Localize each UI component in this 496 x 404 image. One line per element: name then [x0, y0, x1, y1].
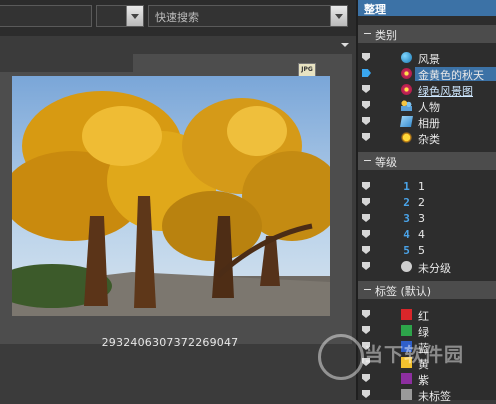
collapse-icon[interactable]	[364, 160, 371, 161]
bookmark-icon[interactable]	[362, 198, 370, 206]
bookmark-icon[interactable]	[362, 214, 370, 222]
bookmark-icon[interactable]	[362, 310, 370, 318]
path-combo[interactable]	[0, 5, 92, 27]
bookmark-icon[interactable]	[362, 374, 370, 382]
flower-icon	[401, 68, 412, 79]
collapse-icon[interactable]	[364, 33, 371, 34]
bookmark-icon[interactable]	[362, 69, 371, 77]
rating-4-icon: 4	[403, 228, 410, 241]
photo-thumbnail[interactable]	[12, 76, 330, 316]
category-label: 相册	[418, 117, 440, 130]
bookmark-icon[interactable]	[362, 133, 370, 141]
tag-item[interactable]: 紫	[358, 373, 496, 387]
filter-combo[interactable]	[96, 5, 144, 27]
bookmark-icon[interactable]	[362, 53, 370, 61]
tag-item[interactable]: 未标签	[358, 389, 496, 403]
sun-icon	[401, 132, 412, 143]
section-label: 类别	[375, 29, 397, 42]
tag-label: 未标签	[418, 390, 451, 403]
category-label: 风景	[418, 53, 440, 66]
album-icon	[400, 116, 413, 127]
people-icon	[401, 100, 412, 111]
bookmark-icon[interactable]	[362, 342, 370, 350]
rating-item[interactable]: 1 1	[358, 180, 496, 193]
category-label: 人物	[418, 101, 440, 114]
quick-search-combo[interactable]: 快速搜索	[148, 5, 348, 27]
toolbar: 快速搜索	[0, 0, 356, 36]
rating-item[interactable]: 2 2	[358, 196, 496, 209]
category-item[interactable]: 绿色风景图	[358, 84, 496, 98]
collapse-icon[interactable]	[364, 289, 371, 290]
category-item[interactable]: 风景	[358, 52, 496, 66]
category-label: 金黄色的秋天	[418, 69, 484, 82]
jpg-format-icon: JPG	[298, 63, 316, 77]
section-ratings[interactable]: 等级	[358, 152, 496, 170]
quick-search-input[interactable]: 快速搜索	[155, 9, 199, 25]
rating-label: 4	[418, 228, 425, 241]
color-swatch-icon	[401, 341, 412, 352]
rating-item[interactable]: 未分级	[358, 261, 496, 275]
image-filename: 2932406307372269047	[101, 336, 239, 349]
rating-item[interactable]: 3 3	[358, 212, 496, 225]
rating-item[interactable]: 5 5	[358, 244, 496, 257]
panel-title-bar: 整理	[358, 0, 496, 16]
section-label: 等级	[375, 156, 397, 169]
rating-5-icon: 5	[403, 244, 410, 257]
tag-label: 紫	[418, 374, 429, 387]
rating-label: 3	[418, 212, 425, 225]
tag-item[interactable]: 黄	[358, 357, 496, 371]
category-item[interactable]: 相册	[358, 116, 496, 130]
section-categories[interactable]: 类别	[358, 25, 496, 43]
bookmark-icon[interactable]	[362, 358, 370, 366]
bookmark-icon[interactable]	[362, 262, 370, 270]
panel-title: 整理	[364, 3, 386, 16]
bookmark-icon[interactable]	[362, 117, 370, 125]
rating-item[interactable]: 4 4	[358, 228, 496, 241]
flower-icon	[401, 84, 412, 95]
main-area: 快速搜索 JPG 2932406307372269047	[0, 0, 356, 400]
quick-search-dropdown-button[interactable]	[330, 6, 347, 26]
color-swatch-icon	[401, 309, 412, 320]
tag-label: 蓝	[418, 342, 429, 355]
bookmark-icon[interactable]	[362, 326, 370, 334]
category-label: 绿色风景图	[418, 85, 473, 98]
tag-item[interactable]: 蓝	[358, 341, 496, 355]
rating-3-icon: 3	[403, 212, 410, 225]
tag-item[interactable]: 绿	[358, 325, 496, 339]
color-swatch-icon	[401, 325, 412, 336]
tag-item[interactable]: 红	[358, 309, 496, 323]
section-tags[interactable]: 标签 (默认)	[358, 281, 496, 299]
globe-icon	[401, 52, 412, 63]
category-item[interactable]: 金黄色的秋天	[358, 67, 496, 82]
viewer-tab-area	[0, 54, 133, 72]
bookmark-icon[interactable]	[362, 101, 370, 109]
bookmark-icon[interactable]	[362, 182, 370, 190]
rating-1-icon: 1	[403, 180, 410, 193]
organize-panel: 整理 类别 风景 金黄色的秋天 绿色风景图 人物 相册 杂类 等级 1 1 2 …	[358, 0, 496, 403]
color-swatch-icon	[401, 389, 412, 400]
bookmark-icon[interactable]	[362, 246, 370, 254]
color-swatch-icon	[401, 357, 412, 368]
bookmark-icon[interactable]	[362, 390, 370, 398]
category-item[interactable]: 杂类	[358, 132, 496, 146]
bookmark-icon[interactable]	[362, 85, 370, 93]
rating-2-icon: 2	[403, 196, 410, 209]
color-swatch-icon	[401, 373, 412, 384]
rating-label: 2	[418, 196, 425, 209]
rating-label: 未分级	[418, 262, 451, 275]
rating-label: 1	[418, 180, 425, 193]
filter-dropdown-button[interactable]	[126, 6, 143, 26]
tag-label: 红	[418, 310, 429, 323]
tag-label: 黄	[418, 358, 429, 371]
unrated-dot-icon	[401, 261, 412, 272]
tag-label: 绿	[418, 326, 429, 339]
category-label: 杂类	[418, 133, 440, 146]
chevron-down-icon[interactable]	[341, 43, 349, 47]
rating-label: 5	[418, 244, 425, 257]
section-label: 标签 (默认)	[375, 285, 432, 298]
bookmark-icon[interactable]	[362, 230, 370, 238]
category-item[interactable]: 人物	[358, 100, 496, 114]
